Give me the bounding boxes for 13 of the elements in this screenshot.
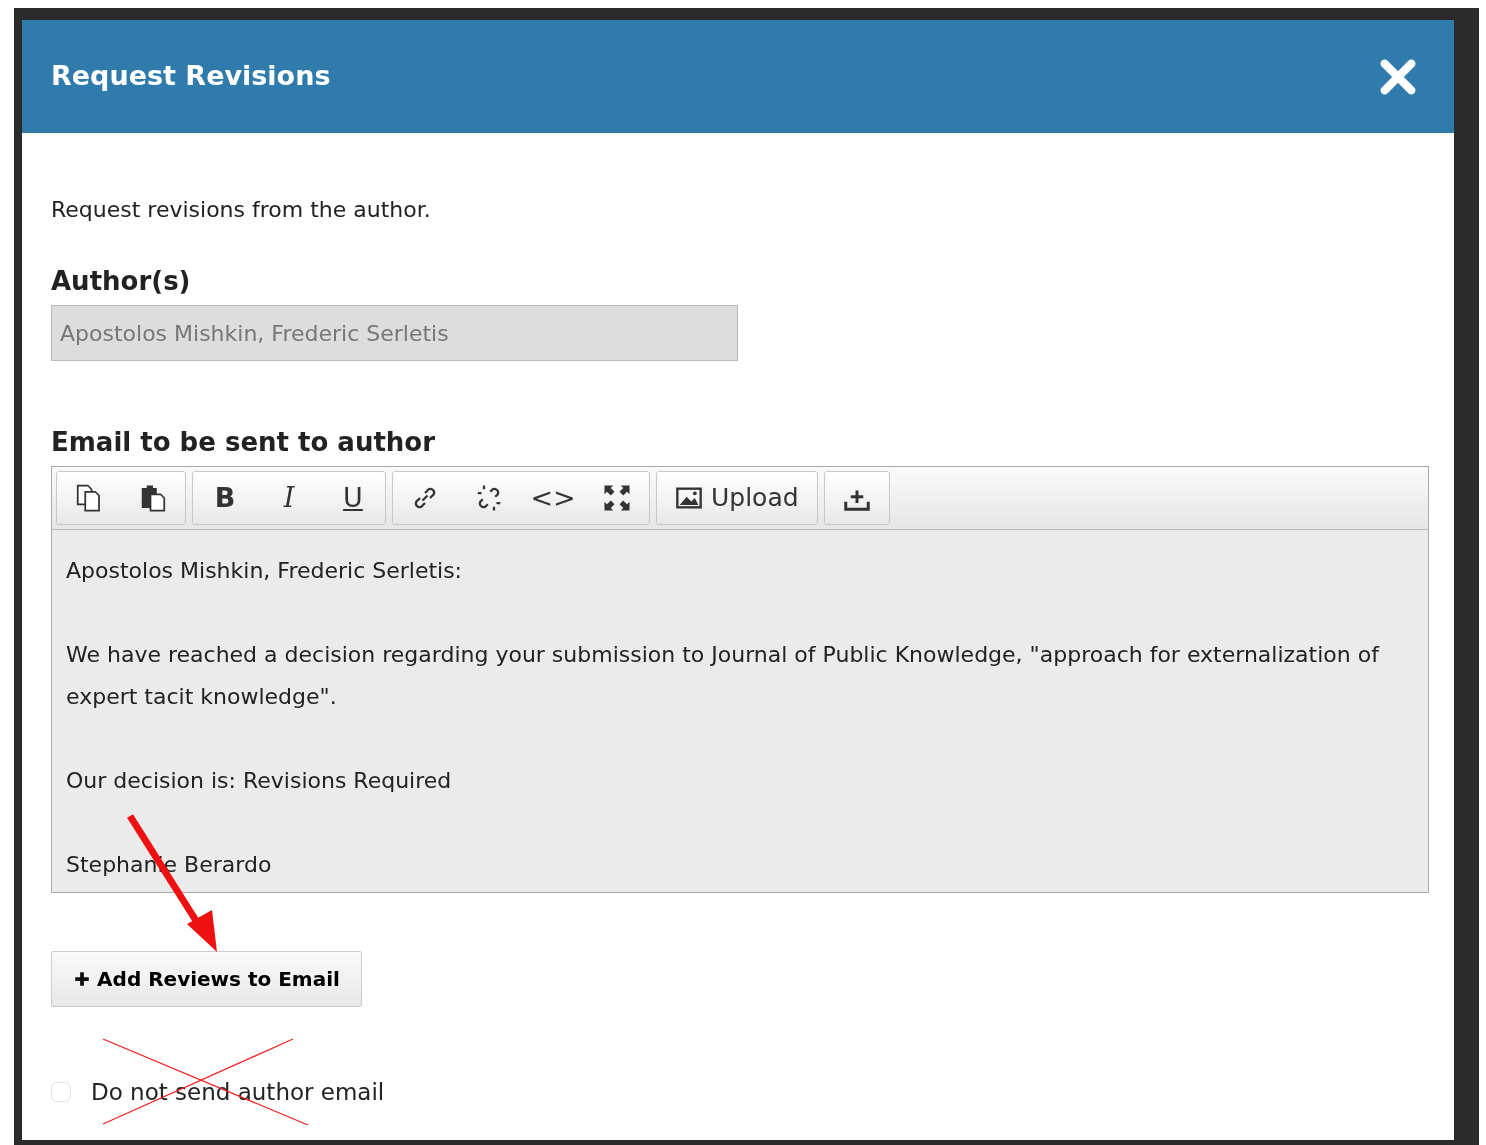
fullscreen-icon [602,483,632,513]
field-label: Email to be sent to author [51,426,437,459]
checkbox-label: Do not send author email [91,1078,385,1107]
description-text: Request revisions from the author. [51,196,432,224]
checkbox[interactable] [51,1082,71,1103]
plus-icon [73,970,92,988]
italic-button[interactable]: I [257,472,321,524]
bold-button[interactable]: B [193,472,257,524]
add-reviews-button[interactable]: Add Reviews to Email [51,951,362,1007]
modal-title: Request Revisions [51,59,331,94]
upload-button[interactable]: Upload [657,472,817,524]
field-label: Author(s) [51,265,192,298]
underline-button[interactable]: U [321,472,385,524]
